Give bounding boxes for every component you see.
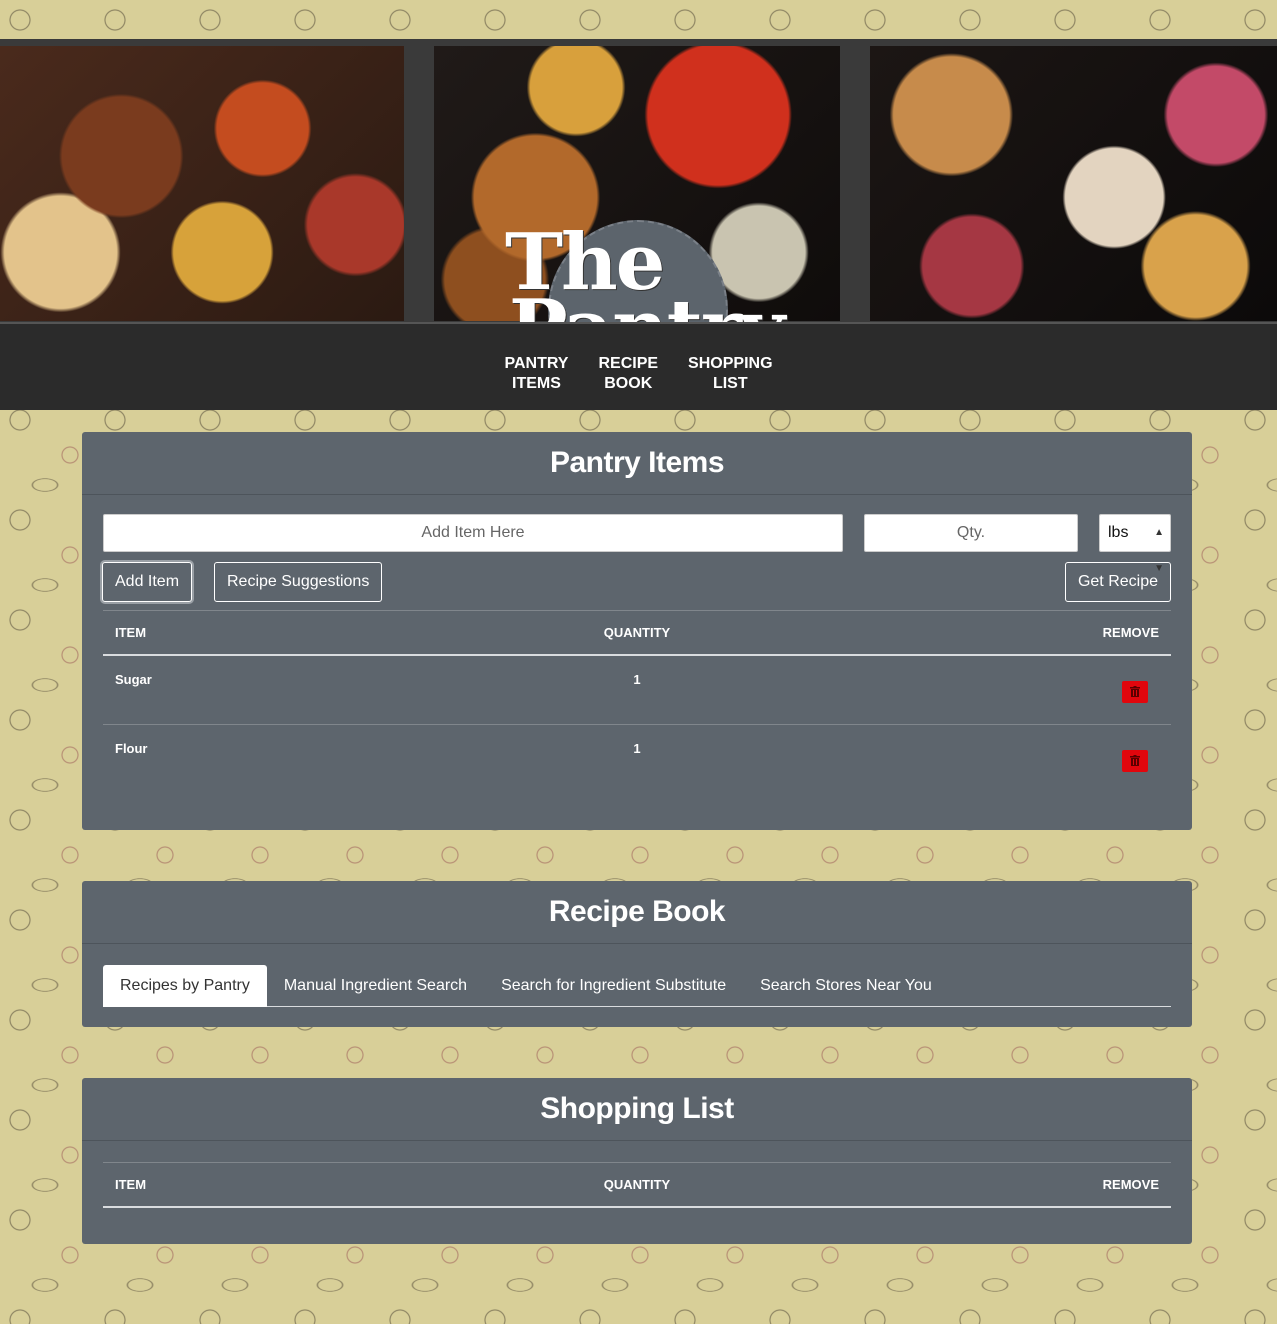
- shopping-list-header: Shopping List: [82, 1078, 1192, 1141]
- top-pattern-strip: [0, 0, 1277, 42]
- shopping-list-panel: Shopping List ITEM QUANTITY REMOVE: [82, 1078, 1192, 1244]
- table-row: Flour 1: [103, 725, 1171, 794]
- row-item-quantity: 1: [633, 672, 641, 687]
- shopping-table: ITEM QUANTITY REMOVE: [103, 1162, 1171, 1208]
- recipe-book-panel: Recipe Book Recipes by Pantry Manual Ing…: [82, 881, 1192, 1027]
- tab-ingredient-substitute[interactable]: Search for Ingredient Substitute: [484, 965, 743, 1007]
- tab-manual-ingredient-search[interactable]: Manual Ingredient Search: [267, 965, 484, 1007]
- unit-select-value: lbs: [1108, 524, 1129, 541]
- recipe-book-title: Recipe Book: [548, 895, 726, 928]
- food-photo-mixed: [870, 46, 1277, 321]
- add-item-button[interactable]: Add Item: [102, 562, 193, 602]
- recipe-suggestions-button[interactable]: Recipe Suggestions: [214, 562, 383, 602]
- pantry-header: Pantry Items: [82, 432, 1192, 495]
- pantry-items-panel: Pantry Items Add Item Here Qty. lbs ▲ ▼ A…: [82, 432, 1192, 830]
- column-header-remove: REMOVE: [1102, 625, 1159, 640]
- header-banner: The Pantry: [0, 42, 1277, 400]
- nav-link-recipe-book[interactable]: RECIPE BOOK: [598, 354, 658, 394]
- recipe-tabs: Recipes by Pantry Manual Ingredient Sear…: [103, 965, 1171, 1007]
- nav-links: PANTRY ITEMS RECIPE BOOK SHOPPING LIST: [0, 354, 1277, 394]
- column-header-quantity: QUANTITY: [603, 625, 671, 640]
- add-item-form: Add Item Here Qty. lbs ▲ ▼: [103, 514, 1171, 574]
- trash-icon: [1130, 685, 1140, 699]
- shopping-table-header: ITEM QUANTITY REMOVE: [103, 1162, 1171, 1208]
- trash-icon: [1130, 754, 1140, 768]
- row-item-quantity: 1: [633, 741, 641, 756]
- quantity-input[interactable]: Qty.: [864, 514, 1078, 552]
- tab-stores-near-you[interactable]: Search Stores Near You: [743, 965, 949, 1007]
- column-header-remove: REMOVE: [1102, 1177, 1159, 1192]
- food-photo-indian: [0, 46, 404, 321]
- pantry-table: ITEM QUANTITY REMOVE Sugar 1 Flour 1: [103, 610, 1171, 794]
- nav-link-shopping-list[interactable]: SHOPPING LIST: [688, 354, 772, 394]
- nav-link-pantry-items[interactable]: PANTRY ITEMS: [504, 354, 568, 394]
- table-row: Sugar 1: [103, 656, 1171, 725]
- get-recipe-button[interactable]: Get Recipe: [1064, 562, 1171, 602]
- unit-select[interactable]: lbs ▲ ▼: [1099, 514, 1171, 574]
- recipe-book-header: Recipe Book: [82, 881, 1192, 944]
- remove-item-button[interactable]: [1122, 750, 1148, 772]
- pantry-title: Pantry Items: [549, 446, 725, 479]
- navbar: PANTRY ITEMS RECIPE BOOK SHOPPING LIST: [0, 322, 1277, 410]
- pantry-table-header: ITEM QUANTITY REMOVE: [103, 610, 1171, 656]
- tab-recipes-by-pantry[interactable]: Recipes by Pantry: [103, 965, 267, 1007]
- remove-item-button[interactable]: [1122, 681, 1148, 703]
- item-input[interactable]: Add Item Here: [103, 514, 843, 552]
- shopping-list-title: Shopping List: [540, 1092, 734, 1125]
- column-header-quantity: QUANTITY: [603, 1177, 671, 1192]
